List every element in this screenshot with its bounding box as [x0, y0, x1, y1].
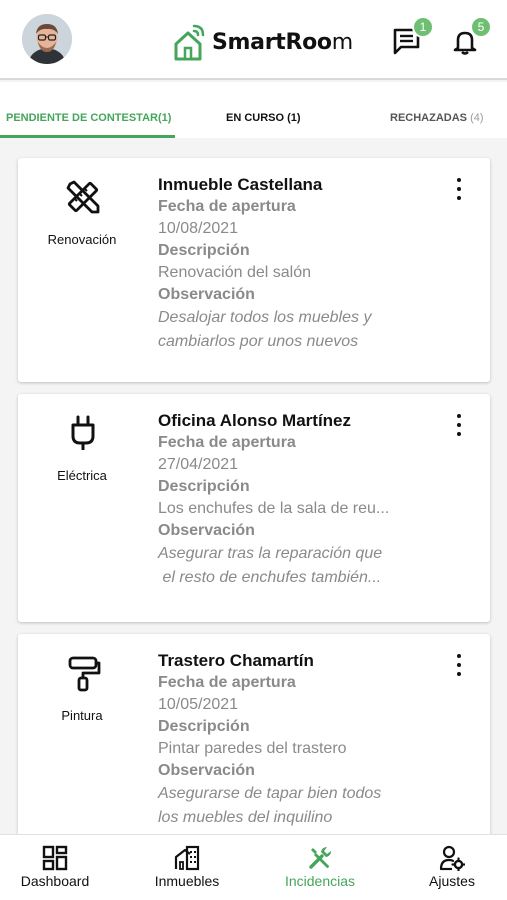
plug-icon: [64, 414, 102, 452]
observacion-line-1: Desalojar todos los muebles y: [158, 309, 372, 326]
notifications-button[interactable]: 5: [450, 16, 492, 56]
observacion-label: Observación: [158, 286, 255, 303]
descripcion-label: Descripción: [158, 718, 250, 735]
category-label: Renovación: [47, 232, 117, 247]
incidencia-card[interactable]: Eléctrica Oficina Alonso Martínez Fecha …: [18, 394, 490, 622]
tab-pendiente[interactable]: PENDIENTE DE CONTESTAR(1): [6, 112, 171, 124]
more-options-button[interactable]: [454, 654, 464, 676]
messages-badge: 1: [412, 16, 434, 38]
tab-rechazadas-count: (4): [470, 112, 484, 124]
fecha-value: 10/05/2021: [158, 696, 239, 713]
descripcion-value: Los enchufes de la sala de reu...: [158, 500, 390, 517]
nav-incidencias-label: Incidencias: [284, 873, 356, 889]
category-label: Eléctrica: [57, 468, 107, 483]
card-details: Oficina Alonso Martínez Fecha de apertur…: [158, 410, 458, 590]
app-header: SmartRoom 1 5: [0, 0, 507, 80]
incidencia-card[interactable]: Pintura Trastero Chamartín Fecha de aper…: [18, 634, 490, 834]
building-icon: [174, 845, 200, 871]
nav-dashboard[interactable]: Dashboard: [0, 835, 118, 900]
fecha-label: Fecha de apertura: [158, 434, 296, 451]
status-tabs: PENDIENTE DE CONTESTAR(1) EN CURSO (1) R…: [0, 82, 507, 138]
observacion-line-2: el resto de enchufes también...: [158, 569, 382, 586]
nav-incidencias[interactable]: Incidencias: [257, 835, 383, 900]
card-details: Trastero Chamartín Fecha de apertura 10/…: [158, 650, 458, 830]
paint-roller-icon: [64, 654, 102, 692]
observacion-label: Observación: [158, 762, 255, 779]
category-label: Pintura: [61, 708, 103, 723]
dashboard-icon: [42, 845, 68, 871]
property-title: Inmueble Castellana: [158, 175, 323, 194]
nav-dashboard-label: Dashboard: [20, 873, 90, 889]
nav-inmuebles-label: Inmuebles: [154, 873, 220, 889]
property-title: Oficina Alonso Martínez: [158, 411, 352, 430]
observacion-line-2: cambiarlos por unos nuevos: [158, 333, 359, 350]
incidencias-list: Renovación Inmueble Castellana Fecha de …: [0, 138, 507, 834]
messages-button[interactable]: 1: [392, 16, 434, 56]
descripcion-value: Pintar paredes del trastero: [158, 740, 347, 757]
card-details: Inmueble Castellana Fecha de apertura 10…: [158, 174, 458, 354]
fecha-value: 27/04/2021: [158, 456, 239, 473]
nav-inmuebles[interactable]: Inmuebles: [124, 835, 250, 900]
incidencia-card[interactable]: Renovación Inmueble Castellana Fecha de …: [18, 158, 490, 382]
descripcion-value: Renovación del salón: [158, 264, 311, 281]
tab-en-curso[interactable]: EN CURSO (1): [226, 112, 301, 124]
tools-icon: [307, 845, 333, 871]
avatar[interactable]: [22, 14, 72, 64]
tab-rechazadas-label: RECHAZADAS: [390, 112, 467, 124]
ruler-pencil-icon: [64, 178, 102, 216]
observacion-label: Observación: [158, 522, 255, 539]
nav-ajustes-label: Ajustes: [429, 873, 475, 889]
tab-rechazadas[interactable]: RECHAZADAS (4): [390, 112, 484, 124]
fecha-label: Fecha de apertura: [158, 674, 296, 691]
fecha-label: Fecha de apertura: [158, 198, 296, 215]
house-wifi-icon: [174, 24, 205, 61]
notifications-badge: 5: [470, 16, 492, 38]
observacion-line-1: Asegurar tras la reparación que: [158, 545, 383, 562]
more-options-button[interactable]: [454, 414, 464, 436]
property-title: Trastero Chamartín: [158, 651, 314, 670]
bottom-navigation: Dashboard Inmuebles Incidencias Ajustes: [0, 834, 507, 900]
user-settings-icon: [439, 845, 466, 872]
logo-text-end: m: [331, 29, 353, 55]
smartroom-logo: SmartRoom: [172, 20, 353, 64]
logo-text: SmartRoo: [212, 29, 332, 55]
fecha-value: 10/08/2021: [158, 220, 239, 237]
descripcion-label: Descripción: [158, 478, 250, 495]
observacion-line-2: los muebles del inquilino: [158, 809, 333, 826]
observacion-line-1: Asegurarse de tapar bien todos: [158, 785, 382, 802]
descripcion-label: Descripción: [158, 242, 250, 259]
more-options-button[interactable]: [454, 178, 464, 200]
nav-ajustes[interactable]: Ajustes: [389, 835, 507, 900]
